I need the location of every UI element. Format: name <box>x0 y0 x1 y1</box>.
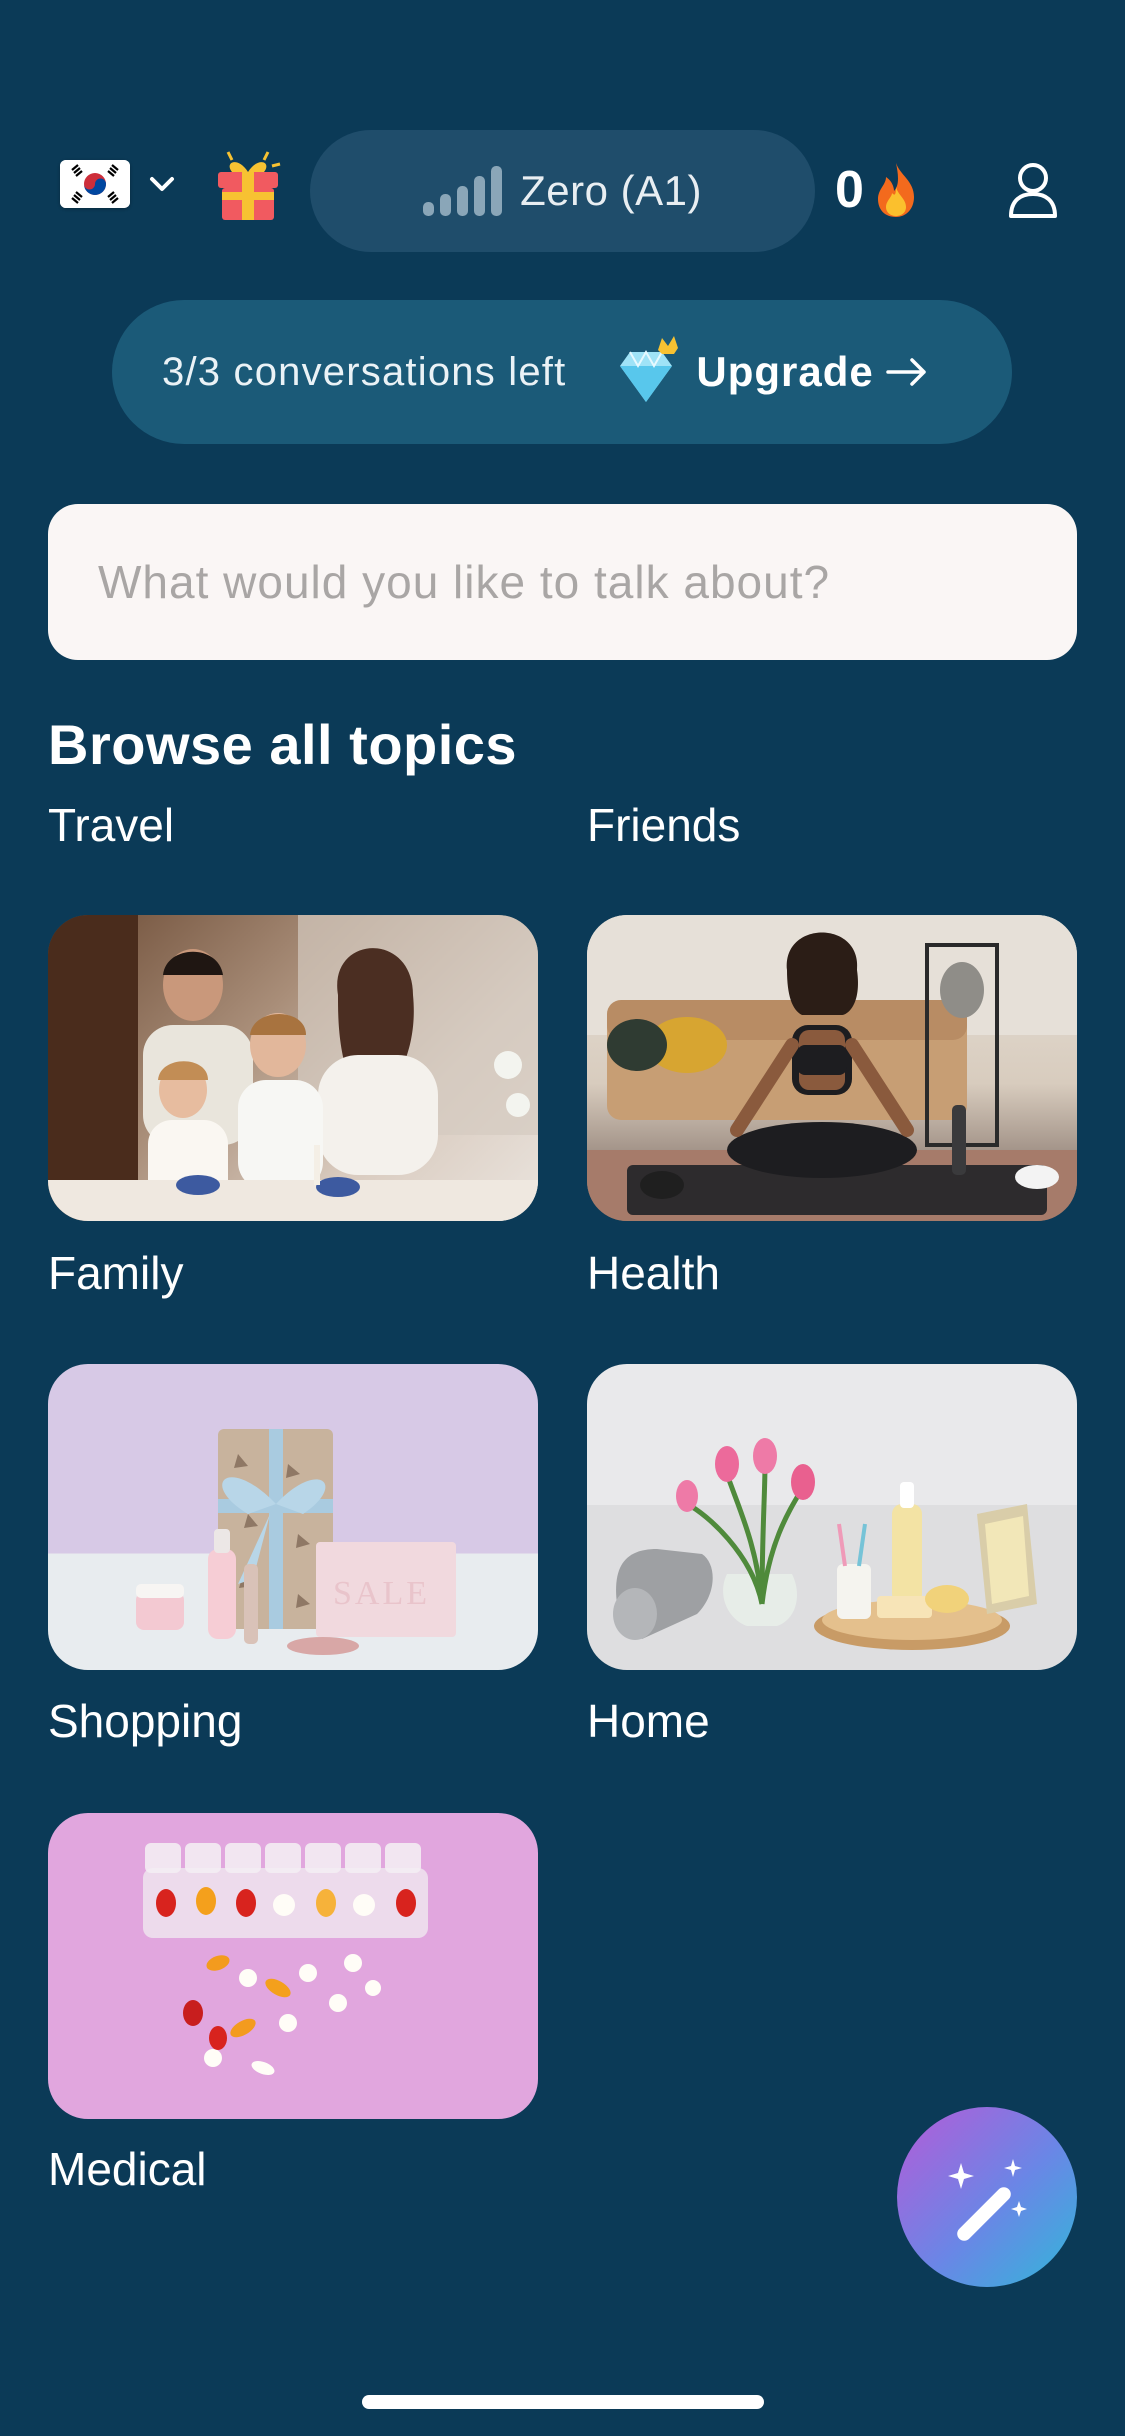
profile-icon[interactable] <box>1005 160 1061 220</box>
streak-count: 0 <box>835 161 864 219</box>
topic-image-health[interactable] <box>587 915 1077 1221</box>
topic-image-shopping[interactable]: SALE <box>48 1364 538 1670</box>
topic-label-family[interactable]: Family <box>48 1246 183 1300</box>
topic-label-travel[interactable]: Travel <box>48 798 174 852</box>
conversations-left-text: 3/3 conversations left <box>162 349 567 394</box>
upgrade-banner[interactable]: 3/3 conversations left Upgrade <box>112 300 1012 444</box>
signal-bars-icon <box>423 166 503 216</box>
magic-wand-icon <box>948 2159 1027 2241</box>
chevron-down-icon <box>150 177 174 191</box>
topic-label-home[interactable]: Home <box>587 1694 710 1748</box>
topic-image-medical[interactable] <box>48 1813 538 2119</box>
flame-icon <box>877 163 914 217</box>
arrow-right-icon <box>886 358 926 386</box>
topic-label-friends[interactable]: Friends <box>587 798 740 852</box>
topic-label-health[interactable]: Health <box>587 1246 720 1300</box>
south-korea-flag-icon <box>60 160 130 208</box>
diamond-crown-icon <box>620 336 679 402</box>
home-indicator <box>362 2395 764 2409</box>
svg-text:SALE: SALE <box>333 1575 430 1612</box>
upgrade-label: Upgrade <box>696 348 874 395</box>
topic-label-shopping[interactable]: Shopping <box>48 1694 242 1748</box>
topic-search-input[interactable] <box>48 504 1077 660</box>
streak-counter[interactable]: 0 <box>835 160 922 220</box>
topic-image-home[interactable] <box>587 1364 1077 1670</box>
gift-icon[interactable] <box>210 148 286 224</box>
language-selector[interactable] <box>60 160 180 208</box>
topic-label-medical[interactable]: Medical <box>48 2142 207 2196</box>
browse-topics-title: Browse all topics <box>48 713 518 776</box>
magic-wand-button[interactable] <box>897 2107 1077 2287</box>
top-bar: Zero (A1) 0 <box>0 130 1125 254</box>
topic-image-family[interactable] <box>48 915 538 1221</box>
level-indicator[interactable]: Zero (A1) <box>310 130 815 252</box>
level-label: Zero (A1) <box>520 167 702 214</box>
